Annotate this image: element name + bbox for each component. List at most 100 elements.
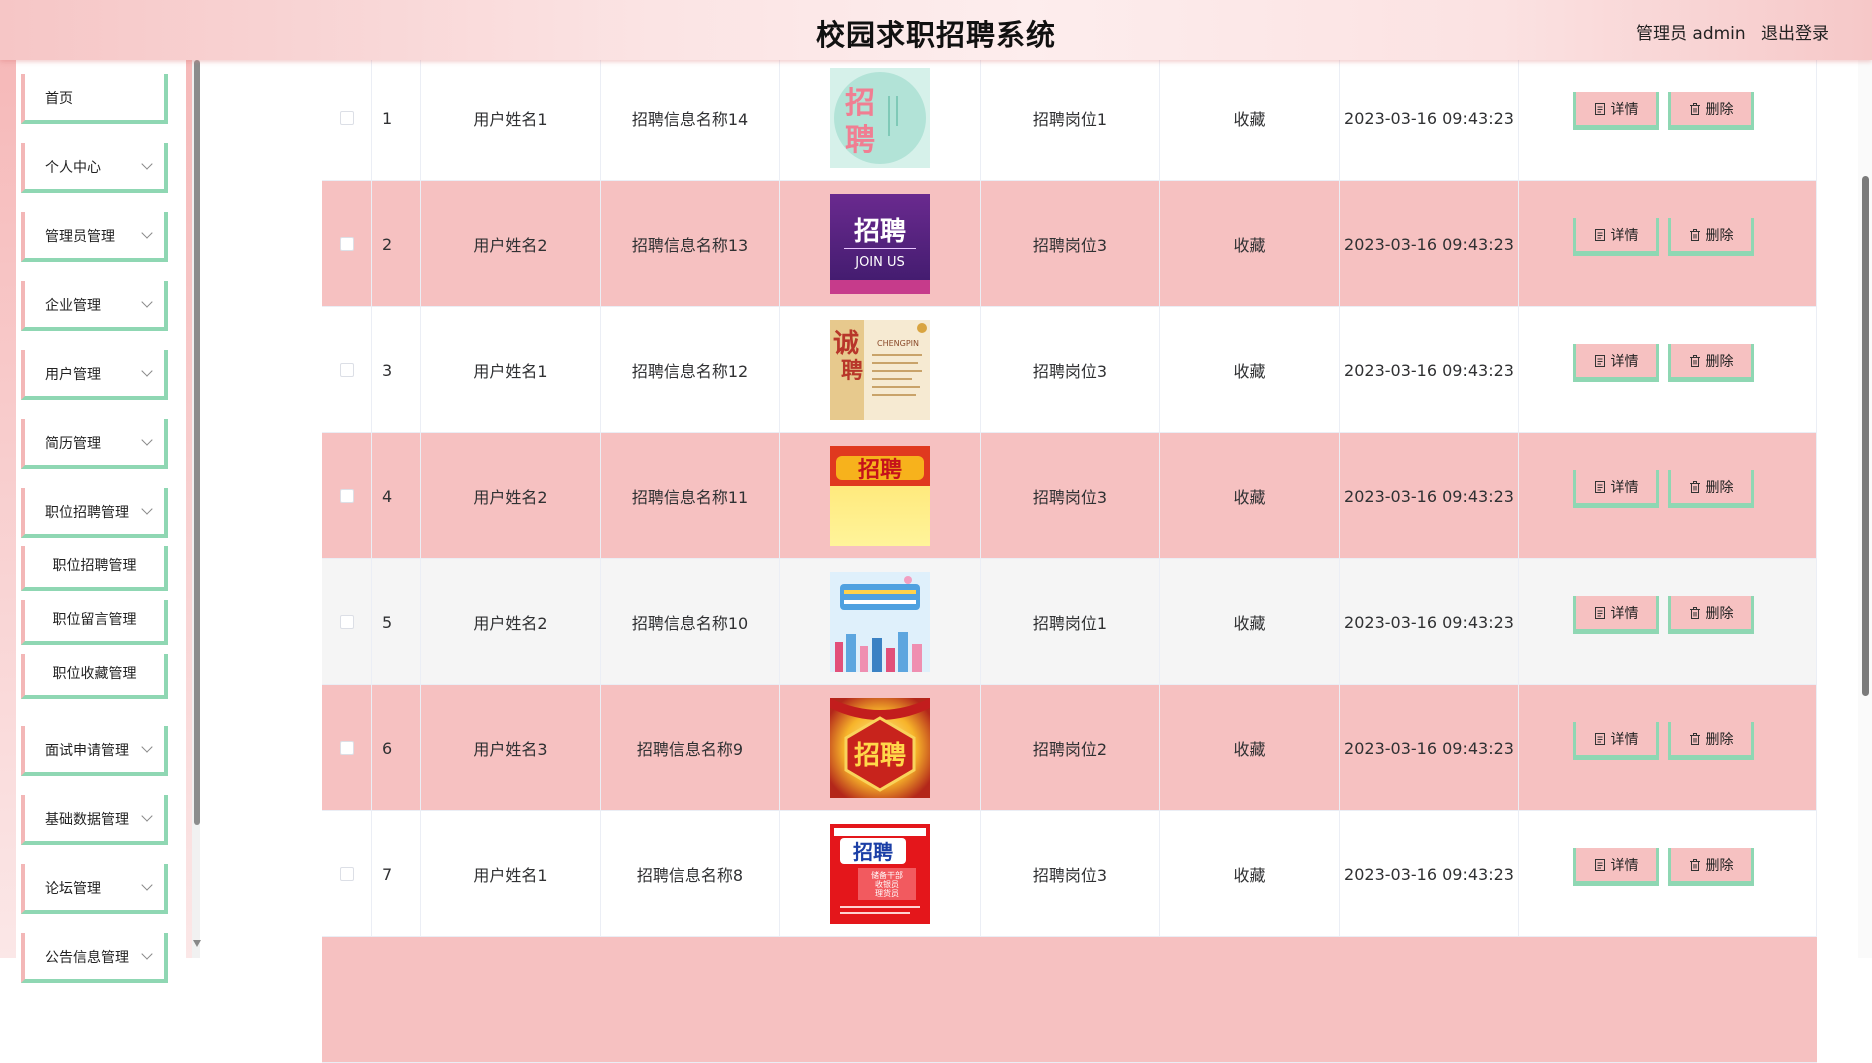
document-icon: [1594, 858, 1606, 871]
sidebar-item-2[interactable]: 管理员管理: [21, 212, 168, 262]
collect-type-cell: 收藏: [1160, 559, 1340, 685]
sidebar-item-1[interactable]: 个人中心: [21, 143, 168, 193]
user-name-cell: 用户姓名1: [421, 811, 601, 937]
logout-link[interactable]: 退出登录: [1761, 19, 1829, 44]
sidebar-subitem-2[interactable]: 职位收藏管理: [21, 654, 168, 699]
poster-cell: 招聘: [780, 433, 981, 559]
sidebar-item-5[interactable]: 简历管理: [21, 419, 168, 469]
svg-text:招聘: 招聘: [854, 741, 906, 771]
collect-type-cell: 收藏: [1160, 685, 1340, 811]
sidebar-item-9[interactable]: 论坛管理: [21, 864, 168, 914]
job-info-name-cell: 招聘信息名称10: [601, 559, 780, 685]
row-checkbox[interactable]: [339, 111, 354, 125]
row-index: 1: [372, 55, 421, 181]
detail-button-label: 详情: [1610, 101, 1639, 118]
detail-button[interactable]: 详情: [1573, 92, 1659, 130]
poster-gold-red-image: 招聘: [830, 698, 930, 798]
trash-icon: [1689, 732, 1701, 745]
poster-teal-pink-image: 招 聘: [830, 68, 930, 168]
row-checkbox[interactable]: [339, 615, 354, 629]
sidebar-item-7[interactable]: 面试申请管理: [21, 726, 168, 776]
detail-button[interactable]: 详情: [1573, 596, 1659, 634]
detail-button[interactable]: 详情: [1573, 470, 1659, 508]
chevron-down-icon: [141, 810, 153, 822]
top-header: 校园求职招聘系统 管理员 admin 退出登录: [0, 0, 1872, 60]
svg-text:招聘: 招聘: [858, 458, 902, 483]
detail-button[interactable]: 详情: [1573, 722, 1659, 760]
row-index: 6: [372, 685, 421, 811]
main-scrollbar-thumb[interactable]: [1862, 176, 1869, 696]
delete-button[interactable]: 删除: [1668, 344, 1754, 382]
detail-button[interactable]: 详情: [1573, 848, 1659, 886]
poster-cell: [780, 559, 981, 685]
detail-button[interactable]: 详情: [1573, 344, 1659, 382]
job-position-cell: 招聘岗位2: [981, 685, 1160, 811]
actions-cell: 详情 删除: [1519, 811, 1817, 937]
job-info-name-cell: 招聘信息名称13: [601, 181, 780, 307]
row-index: 7: [372, 811, 421, 937]
actions-cell: 详情 删除: [1519, 685, 1817, 811]
delete-button-label: 删除: [1705, 857, 1734, 874]
job-position-cell: 招聘岗位3: [981, 181, 1160, 307]
delete-button-label: 删除: [1705, 353, 1734, 370]
select-cell: [322, 307, 372, 433]
sidebar-item-label: 面试申请管理: [45, 743, 129, 759]
svg-text:收银员: 收银员: [875, 879, 899, 889]
sidebar-scroll-down-icon[interactable]: [193, 940, 201, 947]
actions-cell: 详情 删除: [1519, 433, 1817, 559]
sidebar-item-label: 管理员管理: [45, 229, 115, 245]
collect-type-cell: 收藏: [1160, 307, 1340, 433]
svg-text:招聘: 招聘: [854, 217, 906, 247]
sidebar-item-6[interactable]: 职位招聘管理: [21, 488, 168, 538]
collect-time-cell: 2023-03-16 09:43:23: [1340, 433, 1519, 559]
job-position-cell: 招聘岗位1: [981, 55, 1160, 181]
document-icon: [1594, 480, 1606, 493]
sidebar-item-3[interactable]: 企业管理: [21, 281, 168, 331]
delete-button[interactable]: 删除: [1668, 848, 1754, 886]
collect-type-cell: 收藏: [1160, 181, 1340, 307]
document-icon: [1594, 102, 1606, 115]
document-icon: [1594, 228, 1606, 241]
collect-time-cell: 2023-03-16 09:43:23: [1340, 811, 1519, 937]
sidebar-item-8[interactable]: 基础数据管理: [21, 795, 168, 845]
row-checkbox[interactable]: [339, 489, 354, 503]
job-info-name-cell: 招聘信息名称14: [601, 55, 780, 181]
delete-button[interactable]: 删除: [1668, 92, 1754, 130]
detail-button-label: 详情: [1610, 605, 1639, 622]
delete-button[interactable]: 删除: [1668, 470, 1754, 508]
job-position-cell: 招聘岗位3: [981, 811, 1160, 937]
row-checkbox[interactable]: [339, 867, 354, 881]
trash-icon: [1689, 102, 1701, 115]
poster-cell: 招 聘: [780, 55, 981, 181]
delete-button-label: 删除: [1705, 227, 1734, 244]
sidebar-item-label: 首页: [45, 91, 73, 107]
select-cell: [322, 811, 372, 937]
detail-button-label: 详情: [1610, 731, 1639, 748]
row-checkbox[interactable]: [339, 237, 354, 251]
row-checkbox[interactable]: [339, 741, 354, 755]
delete-button[interactable]: 删除: [1668, 596, 1754, 634]
delete-button[interactable]: 删除: [1668, 722, 1754, 760]
sidebar-subitem-1[interactable]: 职位留言管理: [21, 600, 168, 645]
sidebar-item-label: 论坛管理: [45, 881, 101, 897]
sidebar-item-10[interactable]: 公告信息管理: [21, 933, 168, 983]
detail-button[interactable]: 详情: [1573, 218, 1659, 256]
collect-time-cell: 2023-03-16 09:43:23: [1340, 559, 1519, 685]
sidebar-item-label: 企业管理: [45, 298, 101, 314]
row-index: 4: [372, 433, 421, 559]
user-name-cell: 用户姓名2: [421, 559, 601, 685]
trash-icon: [1689, 354, 1701, 367]
chevron-down-icon: [141, 434, 153, 446]
sidebar-subitem-0[interactable]: 职位招聘管理: [21, 546, 168, 591]
user-name-cell: 用户姓名1: [421, 55, 601, 181]
delete-button-label: 删除: [1705, 101, 1734, 118]
svg-text:JOIN US: JOIN US: [854, 255, 905, 270]
sidebar-item-4[interactable]: 用户管理: [21, 350, 168, 400]
sidebar-scrollbar-thumb[interactable]: [194, 60, 200, 825]
job-info-name-cell: 招聘信息名称9: [601, 685, 780, 811]
svg-text:招聘: 招聘: [853, 840, 893, 864]
table-row: 3 用户姓名1 招聘信息名称12 诚 聘 CHENGPIN 招聘岗位3 收藏 2023-…: [322, 307, 1817, 433]
row-checkbox[interactable]: [339, 363, 354, 377]
delete-button[interactable]: 删除: [1668, 218, 1754, 256]
sidebar-item-0[interactable]: 首页: [21, 74, 168, 124]
